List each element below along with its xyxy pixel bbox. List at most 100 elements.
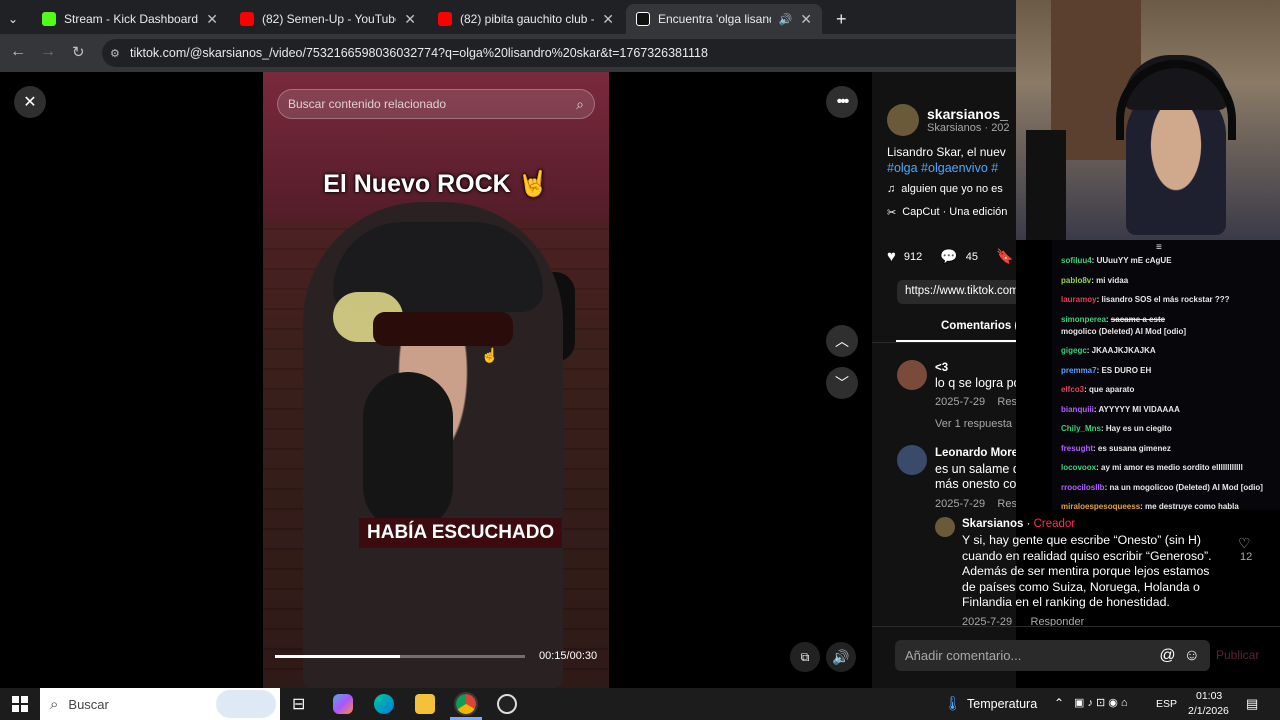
reply-button[interactable]: Responder [1031, 616, 1085, 626]
chevron-down-icon: ⌄ [8, 12, 19, 26]
divider [872, 342, 1016, 343]
notifications-icon[interactable]: ▤ [1246, 696, 1258, 712]
close-icon[interactable]: ✕ [800, 11, 812, 28]
task-view-icon[interactable]: ⊟ [292, 694, 305, 714]
comment-icon[interactable]: 💬 [940, 248, 957, 265]
reply-button[interactable]: Responder [997, 396, 1016, 408]
bookmark-icon[interactable]: 🔖 [996, 248, 1013, 265]
capcut-label[interactable]: CapCut · Una edición [902, 206, 1007, 219]
file-explorer-icon[interactable] [415, 694, 435, 714]
chrome-icon[interactable] [454, 692, 478, 716]
close-icon[interactable]: ✕ [602, 11, 614, 28]
music-note-icon: ♫ [887, 183, 896, 195]
search-icon: ⌕ [50, 695, 59, 713]
back-arrow-icon[interactable]: ← [10, 43, 26, 61]
comment-text: es un salame que no [935, 462, 1016, 476]
video-player[interactable]: Buscar contenido relacionado ⌕ El Nuevo … [263, 72, 609, 688]
chevron-down-icon: ⌄ [1015, 418, 1016, 430]
chat-message: miraloespesoqueess: me destruye como hab… [1061, 502, 1239, 511]
close-icon[interactable]: ✕ [404, 11, 416, 28]
avatar[interactable] [887, 104, 919, 136]
chat-message: elfco3: que aparato [1061, 385, 1135, 394]
capcut-icon: ✂ [887, 207, 897, 219]
floating-player-button[interactable]: ⧉ [790, 642, 820, 672]
chat-user: gigegc [1061, 346, 1087, 355]
post-username[interactable]: skarsianos_ [927, 106, 1010, 122]
heart-icon[interactable]: ♥ [887, 248, 896, 265]
chat-text: ay mi amor es medio sordito elllllllllll… [1101, 463, 1243, 472]
mention-icon[interactable]: @ [1159, 647, 1175, 665]
view-replies-button[interactable]: Ver 1 respuesta [935, 418, 1012, 430]
next-video-button[interactable]: ﹀ [826, 367, 858, 399]
video-progress-bar[interactable] [275, 655, 525, 658]
chat-text: na un mogolicoo (Deleted) AI Mod [odio] [1109, 482, 1263, 492]
tab-title: (82) Semen-Up - YouTube [262, 12, 397, 26]
chat-user: fresught [1061, 443, 1093, 453]
edge-icon[interactable] [374, 694, 394, 714]
copilot-icon[interactable] [333, 694, 353, 714]
comment-input[interactable]: Añadir comentario... @ ☺ [895, 640, 1210, 671]
tray-overflow-icon[interactable]: ⌃ [1054, 696, 1064, 710]
stream-chat-overlay: ≡ sofiluu4: UUuuYY mE cAgUE pablo8v: mi … [1052, 240, 1280, 511]
chat-message: locovoox: ay mi amor es medio sordito el… [1061, 463, 1243, 472]
volume-button[interactable]: 🔊 [826, 642, 856, 672]
tab-search-button[interactable]: ⌄ [2, 4, 30, 34]
avatar[interactable] [897, 360, 927, 390]
avatar[interactable] [897, 445, 927, 475]
language-indicator[interactable]: ESP [1156, 698, 1177, 710]
comment-username[interactable]: Leonardo Moreta [935, 447, 1016, 459]
chevron-down-icon: ﹀ [835, 375, 849, 391]
chat-message: rroocilosllb: na un mogolicoo (Deleted) … [1061, 482, 1263, 492]
chat-text: lisandro SOS el más rockstar ??? [1101, 295, 1230, 304]
tab-youtube-2[interactable]: (82) pibita gauchito club - YouT ✕ [428, 4, 624, 34]
comment-username[interactable]: Skarsianos [962, 518, 1023, 530]
comment-username[interactable]: <3 [935, 362, 948, 374]
clock-time[interactable]: 01:03 [1196, 690, 1222, 702]
windows-start-icon[interactable] [12, 696, 28, 712]
video-subtitle: HABÍA ESCUCHADO [359, 518, 563, 548]
chat-message: bianquiii: AYYYYY MI VIDAAAA [1061, 404, 1180, 414]
more-options-button[interactable]: ••• [826, 86, 858, 118]
tab-title: Encuentra 'olga lisandro sk [658, 12, 771, 26]
tab-kick[interactable]: Stream - Kick Dashboard ✕ [32, 4, 228, 34]
comment-count: 45 [965, 250, 978, 263]
tab-youtube-1[interactable]: (82) Semen-Up - YouTube ✕ [230, 4, 426, 34]
tray-icons[interactable]: ▣ ♪ ⊡ ◉ ⌂ [1074, 696, 1128, 709]
new-tab-button[interactable]: + [826, 4, 854, 34]
obs-icon[interactable] [497, 694, 517, 714]
tab-comments[interactable]: Comentarios (45) [941, 320, 1016, 332]
heart-icon[interactable]: ♡ [1238, 535, 1251, 552]
tab-title: (82) pibita gauchito club - YouT [460, 12, 594, 26]
previous-video-button[interactable]: ︿ [826, 325, 858, 357]
address-bar[interactable]: ⚙ tiktok.com/@skarsianos_/video/75321665… [102, 39, 1016, 67]
site-info-icon[interactable]: ⚙ [110, 47, 120, 60]
post-description: Lisandro Skar, el nuev [887, 145, 1006, 159]
more-icon: ••• [836, 93, 850, 110]
close-video-button[interactable]: ✕ [14, 86, 46, 118]
reply-button[interactable]: Responder [997, 498, 1016, 510]
post-sound[interactable]: alguien que yo no es [901, 183, 1003, 195]
chat-text: me destruye como habla [1145, 502, 1239, 511]
publish-button[interactable]: Publicar [1216, 648, 1259, 662]
comment-date: 2025-7-29 [935, 396, 986, 408]
related-search-input[interactable]: Buscar contenido relacionado ⌕ [277, 89, 595, 119]
search-icon[interactable]: ⌕ [576, 96, 584, 113]
clock-date[interactable]: 2/1/2026 [1188, 705, 1229, 717]
post-hashtags[interactable]: #olga #olgaenvivo # [887, 161, 1016, 175]
tab-tiktok[interactable]: Encuentra 'olga lisandro sk 🔊 ✕ [626, 4, 822, 34]
copy-link-field[interactable]: https://www.tiktok.com/@skar [897, 280, 1016, 304]
chat-text: AYYYYY MI VIDAAAA [1098, 404, 1180, 414]
chat-message: mogolico (Deleted) AI Mod [odio] [1061, 327, 1274, 337]
taskbar-search[interactable]: ⌕ Buscar [40, 688, 280, 720]
chat-text: mogolico (Deleted) AI Mod [odio] [1061, 326, 1187, 336]
chat-message: fresught: es susana gimenez [1061, 443, 1171, 453]
chat-user: elfco3 [1061, 385, 1085, 394]
close-icon[interactable]: ✕ [206, 11, 218, 28]
chat-text: ES DURO EH [1101, 365, 1152, 375]
weather-label[interactable]: Temperatura [967, 697, 1037, 711]
emoji-icon[interactable]: ☺ [1184, 647, 1200, 665]
reload-icon[interactable]: ↻ [72, 43, 85, 61]
avatar[interactable] [935, 517, 955, 537]
forward-arrow-icon[interactable]: → [40, 43, 56, 61]
thermometer-icon: 🌡 [944, 695, 962, 711]
